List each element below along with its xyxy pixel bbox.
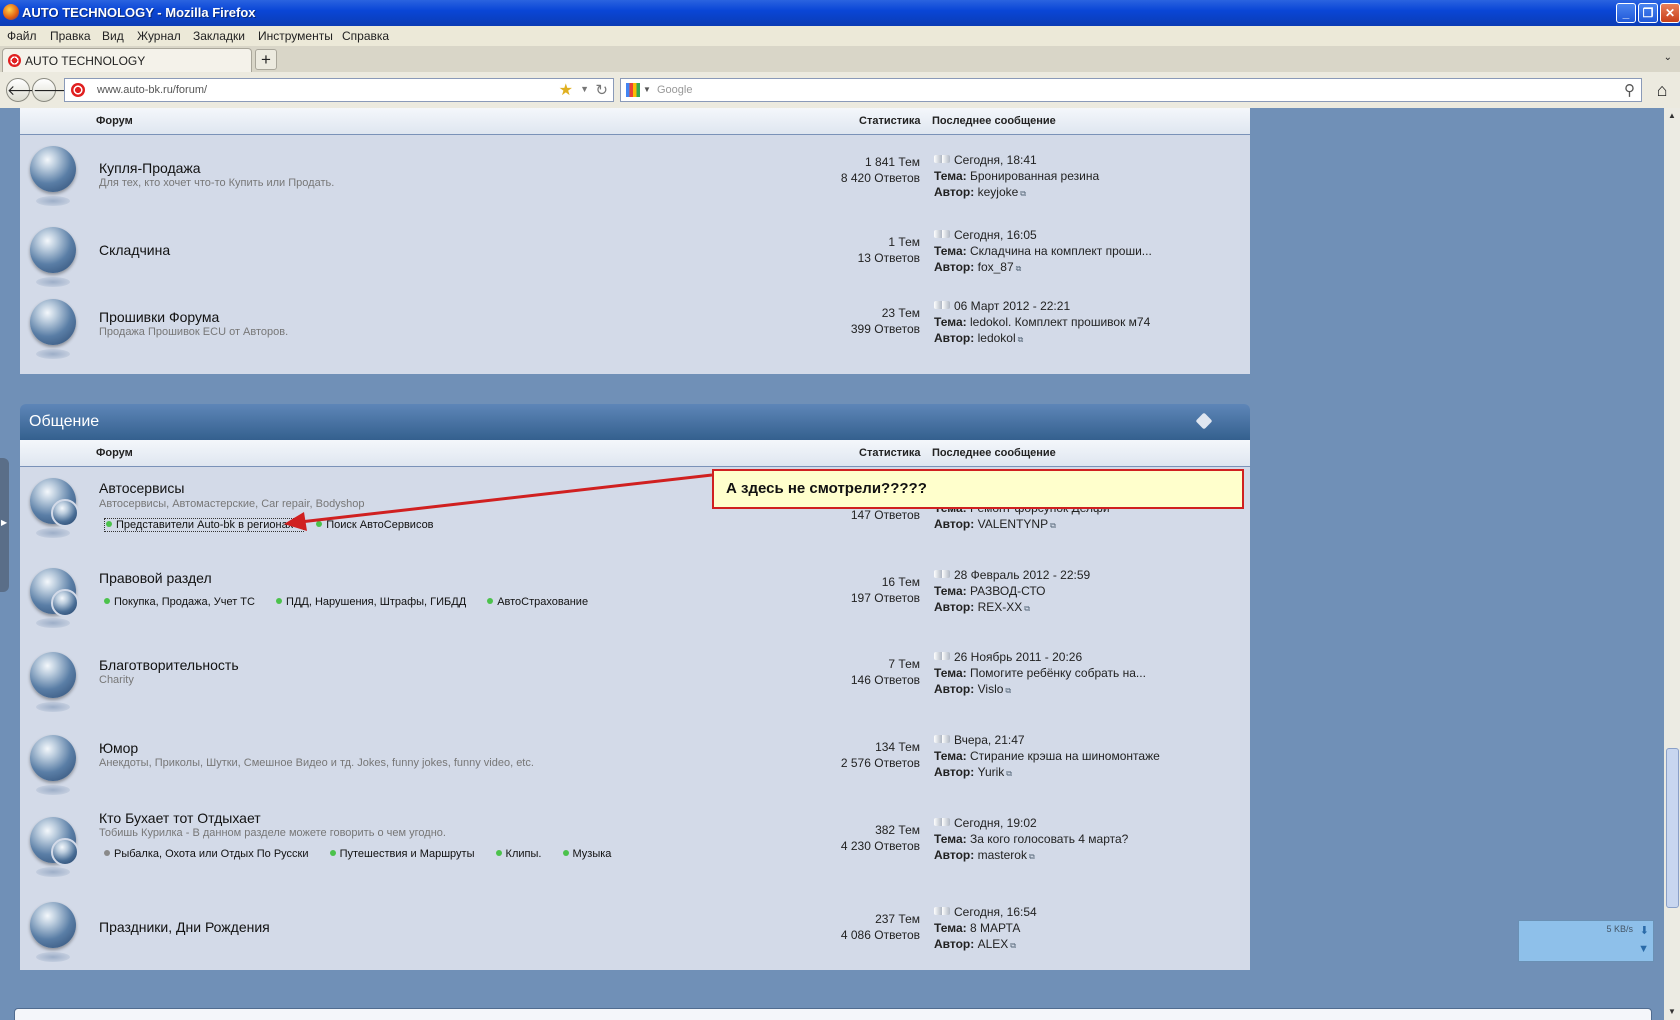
google-engine-icon[interactable]: [626, 83, 640, 97]
vertical-scrollbar[interactable]: ▲ ▼: [1664, 108, 1680, 1020]
close-button[interactable]: ✕: [1660, 3, 1680, 23]
window-titlebar: AUTO TECHNOLOGY - Mozilla Firefox _ ❐ ✕: [0, 0, 1680, 26]
sidebar-handle[interactable]: ▶: [0, 458, 9, 592]
download-status-panel[interactable]: 5 KB/s ⬇ ▼: [1518, 920, 1654, 962]
download-rate: 5 KB/s: [1606, 924, 1633, 934]
firefox-icon: [3, 4, 19, 20]
navigation-bar: 🡐 🡒 www.auto-bk.ru/forum/ ★ ▼ ↻ ▼ Google…: [0, 72, 1680, 109]
annotation-arrow: [284, 473, 713, 531]
expand-arrow-icon: ▶: [1, 518, 8, 527]
address-bar[interactable]: www.auto-bk.ru/forum/ ★ ▼ ↻: [64, 78, 614, 102]
menu-tools[interactable]: Инструменты: [258, 29, 333, 43]
menu-edit[interactable]: Правка: [50, 29, 91, 43]
menu-view[interactable]: Вид: [102, 29, 124, 43]
tab-auto-technology[interactable]: AUTO TECHNOLOGY: [2, 48, 252, 72]
history-dropdown-icon[interactable]: ▼: [580, 84, 589, 94]
tab-bar: AUTO TECHNOLOGY + ⌄: [0, 46, 1680, 73]
bookmark-star-icon[interactable]: ★: [559, 80, 573, 100]
scroll-down-icon[interactable]: ▼: [1665, 1005, 1679, 1019]
new-tab-button[interactable]: +: [255, 49, 277, 70]
download-arrow-icon: ⬇: [1639, 925, 1649, 937]
search-bar[interactable]: ▼ Google ⚲: [620, 78, 1642, 102]
address-url: www.auto-bk.ru/forum/: [97, 84, 208, 96]
menu-bookmarks[interactable]: Закладки: [193, 29, 245, 43]
site-identity-icon[interactable]: [71, 83, 85, 97]
tab-list-chevron-icon[interactable]: ⌄: [1664, 52, 1672, 63]
tab-label: AUTO TECHNOLOGY: [25, 54, 146, 68]
forward-button[interactable]: 🡒: [32, 78, 71, 102]
site-favicon-icon: [8, 54, 21, 67]
page-content: Форум Статистика Последнее сообщение Куп…: [0, 108, 1664, 1020]
minimize-button[interactable]: _: [1616, 3, 1636, 23]
menu-help[interactable]: Справка: [342, 29, 389, 43]
search-magnifier-icon[interactable]: ⚲: [1624, 81, 1635, 99]
scroll-thumb[interactable]: [1666, 748, 1679, 908]
window-title: AUTO TECHNOLOGY - Mozilla Firefox: [22, 5, 256, 20]
menu-file[interactable]: Файл: [7, 29, 37, 43]
menu-bar: Файл Правка Вид Журнал Закладки Инструме…: [0, 26, 1680, 46]
page-footer-bar: [14, 1008, 1652, 1020]
maximize-button[interactable]: ❐: [1638, 3, 1658, 23]
chevron-down-icon[interactable]: ▼: [1638, 943, 1649, 955]
home-button[interactable]: ⌂: [1650, 78, 1674, 102]
reload-icon[interactable]: ↻: [595, 81, 608, 99]
back-button[interactable]: 🡐: [6, 78, 45, 102]
menu-history[interactable]: Журнал: [137, 29, 181, 43]
engine-dropdown-icon[interactable]: ▼: [643, 85, 651, 94]
search-placeholder: Google: [657, 84, 693, 96]
scroll-up-icon[interactable]: ▲: [1665, 109, 1679, 123]
